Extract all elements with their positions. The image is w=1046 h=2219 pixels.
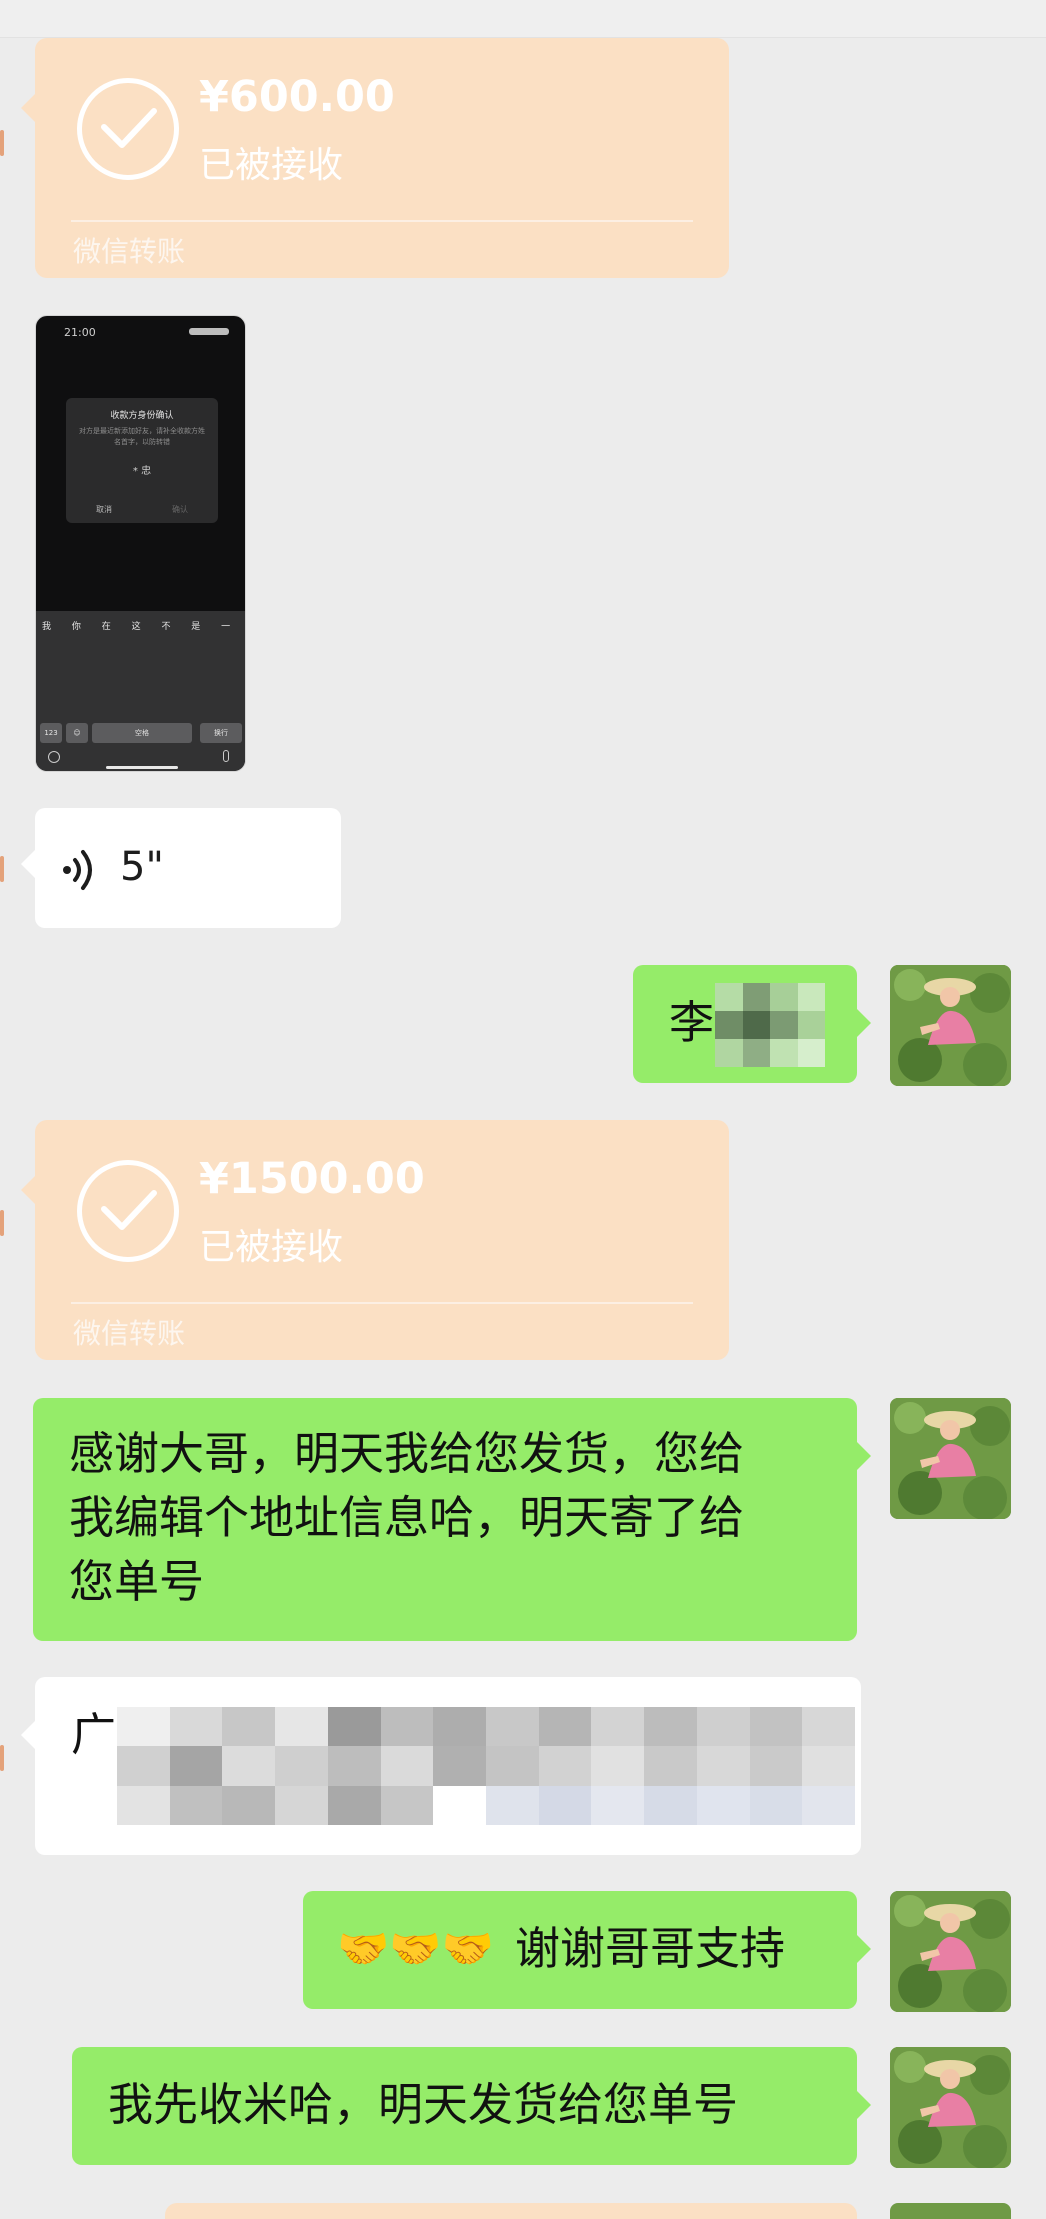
home-indicator xyxy=(106,766,178,769)
sent-message-bubble[interactable]: 感谢大哥，明天我给您发货，您给 我编辑个地址信息哈，明天寄了给 您单号 xyxy=(33,1398,871,1641)
sent-message-bubble[interactable]: 李 xyxy=(633,965,871,1083)
bubble-tail xyxy=(857,1935,871,1963)
edge-mark xyxy=(0,130,4,156)
globe-icon xyxy=(48,751,60,763)
transfer-amount: ¥1500.00 xyxy=(199,1154,425,1204)
confirm-dialog: 收款方身份确认 对方是最近新添加好友，请补全收款方姓名首字，以防转错 * 忠 取… xyxy=(66,398,218,523)
transfer-status: 已被接收 xyxy=(199,145,344,186)
bubble-tail xyxy=(857,2091,871,2119)
avatar[interactable] xyxy=(890,1398,1011,1519)
bubble-tail xyxy=(857,1442,871,1470)
dialog-body: 对方是最近新添加好友，请补全收款方姓名首字，以防转错 xyxy=(79,427,205,446)
handshake-emoji-icon: 🤝🤝🤝 xyxy=(337,1924,494,1973)
transfer-amount: ¥600.00 xyxy=(199,72,395,122)
check-circle-icon xyxy=(77,1160,179,1262)
partial-transfer-card xyxy=(165,2203,857,2219)
edge-mark xyxy=(0,1745,4,1771)
phone-status-time: 21:00 xyxy=(64,326,96,339)
divider xyxy=(71,1302,693,1304)
edge-mark xyxy=(0,856,4,882)
voice-message[interactable]: 5" xyxy=(21,808,341,928)
message-text: 谢谢哥哥支持 xyxy=(515,1922,786,1975)
dialog-confirm: 确认 xyxy=(172,505,188,514)
keyboard: 我 你 在 这 不 是 一 好 他 有 123 ☺ 空格 换行 xyxy=(36,611,245,771)
bubble-tail xyxy=(21,94,35,122)
blur-mosaic xyxy=(715,983,825,1067)
keyboard-row: 123 ☺ 空格 换行 xyxy=(36,723,245,743)
sent-message-bubble[interactable]: 🤝🤝🤝 谢谢哥哥支持 xyxy=(303,1891,871,2009)
key-space: 空格 xyxy=(92,723,192,743)
signal-icon xyxy=(189,328,229,335)
emoji-key-icon: ☺ xyxy=(66,723,88,743)
avatar-tea-farmer-icon xyxy=(890,1398,1011,1519)
message-line: 您单号 xyxy=(69,1555,205,1608)
keyboard-candidates: 我 你 在 这 不 是 一 好 他 有 xyxy=(42,622,245,632)
dialog-cancel: 取消 xyxy=(96,505,112,514)
key-enter: 换行 xyxy=(200,723,242,743)
edge-mark xyxy=(0,1210,4,1236)
transfer-status: 已被接收 xyxy=(199,1227,344,1268)
avatar-tea-farmer-icon xyxy=(890,2047,1011,2168)
mic-icon xyxy=(223,750,229,762)
sent-message-bubble[interactable]: 我先收米哈，明天发货给您单号 xyxy=(72,2047,871,2165)
bubble-tail xyxy=(21,1176,35,1204)
transfer-label: 微信转账 xyxy=(73,1317,186,1350)
top-bar xyxy=(0,0,1046,38)
check-circle-icon xyxy=(77,78,179,180)
avatar-tea-farmer-icon xyxy=(890,965,1011,1086)
bubble-tail xyxy=(21,850,35,878)
message-text: 我先收米哈，明天发货给您单号 xyxy=(108,2078,739,2131)
dialog-name: * 忠 xyxy=(132,466,152,477)
dialog-title: 收款方身份确认 xyxy=(110,411,174,421)
avatar[interactable] xyxy=(890,965,1011,1086)
bubble-tail xyxy=(21,1721,35,1749)
divider xyxy=(71,220,693,222)
avatar-tea-farmer-icon xyxy=(890,1891,1011,2012)
blur-mosaic xyxy=(117,1707,855,1825)
partial-avatar xyxy=(890,2203,1011,2219)
message-text: 李 xyxy=(669,996,715,1049)
key-123: 123 xyxy=(40,723,62,743)
avatar[interactable] xyxy=(890,1891,1011,2012)
voice-duration: 5" xyxy=(120,844,164,890)
avatar[interactable] xyxy=(890,2047,1011,2168)
screenshot-image-message[interactable]: 21:00 收款方身份确认 对方是最近新添加好友，请补全收款方姓名首字，以防转错… xyxy=(35,315,246,772)
message-line: 感谢大哥，明天我给您发货，您给 xyxy=(69,1427,745,1480)
message-line: 我编辑个地址信息哈，明天寄了给 xyxy=(69,1491,745,1544)
received-message-bubble[interactable]: 广东 xyxy=(21,1677,861,1855)
transfer-card[interactable]: ¥600.00 已被接收 微信转账 xyxy=(21,38,729,278)
transfer-card[interactable]: ¥1500.00 已被接收 微信转账 xyxy=(21,1120,729,1360)
bubble-tail xyxy=(857,1009,871,1037)
transfer-label: 微信转账 xyxy=(73,235,186,268)
voice-wave-icon xyxy=(63,850,92,890)
